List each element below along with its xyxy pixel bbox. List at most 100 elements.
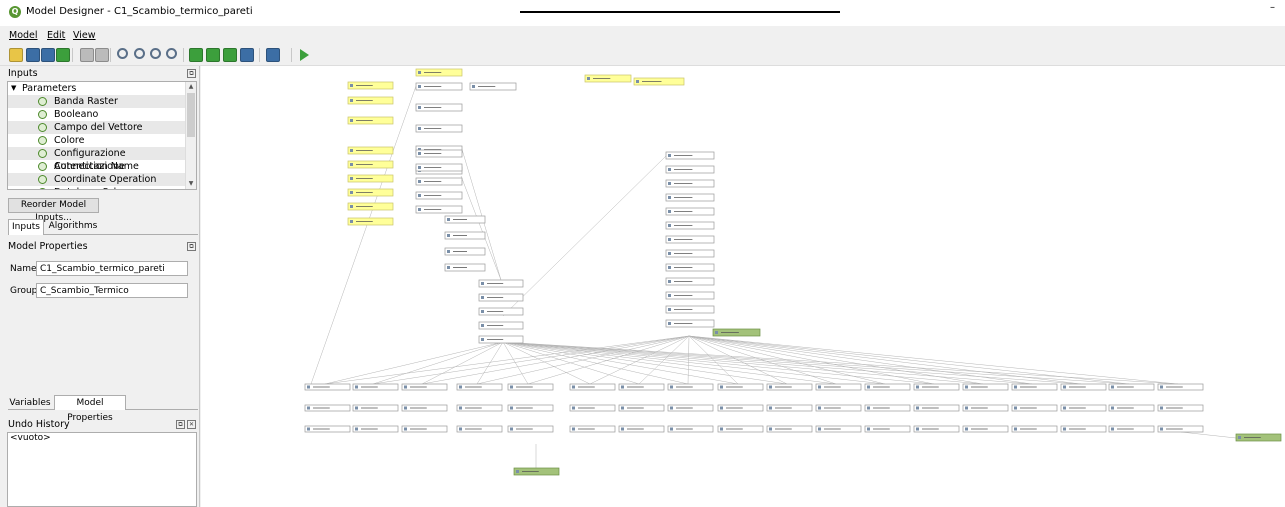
node-icon[interactable] — [418, 127, 421, 130]
node-icon[interactable] — [350, 163, 353, 166]
menu-view[interactable]: View — [73, 30, 96, 41]
tab-algorithms[interactable]: Algorithms — [48, 219, 98, 234]
node-icon[interactable] — [350, 205, 353, 208]
tab-inputs[interactable]: Inputs — [8, 219, 44, 235]
zoom-out-icon[interactable] — [134, 48, 145, 59]
menu-edit[interactable]: Edit — [47, 30, 65, 41]
node-icon[interactable] — [350, 84, 353, 87]
node-icon[interactable] — [1111, 385, 1114, 389]
save-to-project-icon[interactable] — [56, 48, 70, 62]
node-icon[interactable] — [307, 427, 310, 431]
node-icon[interactable] — [459, 427, 462, 431]
node-icon[interactable] — [867, 427, 870, 431]
node-icon[interactable] — [867, 406, 870, 410]
redo-icon[interactable] — [95, 48, 109, 62]
tree-item-connection-name[interactable]: Connection Name — [8, 160, 188, 173]
scroll-down-arrow-icon[interactable]: ▼ — [186, 179, 196, 189]
node-icon[interactable] — [404, 385, 407, 389]
undock-properties-button[interactable]: ⧉ — [187, 242, 196, 251]
node-icon[interactable] — [670, 385, 673, 389]
node-icon[interactable] — [481, 324, 484, 327]
node-icon[interactable] — [1014, 406, 1017, 410]
node-icon[interactable] — [1111, 406, 1114, 410]
node-icon[interactable] — [510, 406, 513, 410]
node-icon[interactable] — [472, 85, 475, 88]
node-icon[interactable] — [355, 385, 358, 389]
tree-item-campo-del-vettore[interactable]: Campo del Vettore — [8, 121, 188, 134]
node-icon[interactable] — [715, 331, 718, 334]
tab-variables[interactable]: Variables — [8, 396, 52, 409]
node-icon[interactable] — [447, 250, 450, 253]
node-icon[interactable] — [350, 119, 353, 122]
node-icon[interactable] — [418, 71, 421, 74]
node-icon[interactable] — [1063, 427, 1066, 431]
tree-item-banda-raster[interactable]: Banda Raster — [8, 95, 188, 108]
tree-root-parameters[interactable]: ▼ Parameters — [8, 82, 188, 95]
node-icon[interactable] — [965, 385, 968, 389]
node-icon[interactable] — [418, 106, 421, 109]
model-group-field[interactable] — [36, 283, 188, 298]
node-icon[interactable] — [1160, 406, 1163, 410]
node-icon[interactable] — [668, 182, 671, 185]
node-icon[interactable] — [459, 406, 462, 410]
node-icon[interactable] — [668, 322, 671, 325]
node-icon[interactable] — [720, 385, 723, 389]
tree-scrollbar[interactable]: ▲ ▼ — [185, 82, 196, 189]
close-undo-button[interactable]: ✕ — [187, 420, 196, 429]
zoom-full-icon[interactable] — [166, 48, 177, 59]
save-as-icon[interactable] — [41, 48, 55, 62]
node-icon[interactable] — [867, 385, 870, 389]
node-icon[interactable] — [355, 406, 358, 410]
undock-inputs-button[interactable]: ⧉ — [187, 69, 196, 78]
node-icon[interactable] — [668, 280, 671, 283]
node-icon[interactable] — [418, 166, 421, 169]
node-icon[interactable] — [307, 385, 310, 389]
node-icon[interactable] — [769, 406, 772, 410]
scroll-thumb[interactable] — [187, 93, 195, 137]
reorder-model-inputs-button[interactable]: Reorder Model Inputs... — [8, 198, 99, 223]
node-icon[interactable] — [1063, 385, 1066, 389]
node-icon[interactable] — [447, 218, 450, 221]
node-icon[interactable] — [668, 196, 671, 199]
node-icon[interactable] — [818, 406, 821, 410]
node-icon[interactable] — [404, 406, 407, 410]
node-icon[interactable] — [636, 80, 639, 83]
node-icon[interactable] — [481, 310, 484, 313]
node-icon[interactable] — [668, 252, 671, 255]
node-icon[interactable] — [510, 427, 513, 431]
undo-empty-item[interactable]: <vuoto> — [10, 433, 196, 443]
node-icon[interactable] — [355, 427, 358, 431]
node-icon[interactable] — [447, 234, 450, 237]
node-icon[interactable] — [668, 266, 671, 269]
node-icon[interactable] — [621, 385, 624, 389]
undo-history-list[interactable]: <vuoto> — [7, 432, 197, 507]
node-icon[interactable] — [447, 266, 450, 269]
node-icon[interactable] — [418, 180, 421, 183]
node-icon[interactable] — [668, 308, 671, 311]
model-graph[interactable] — [201, 66, 1285, 507]
node-icon[interactable] — [350, 99, 353, 102]
node-icon[interactable] — [818, 385, 821, 389]
node-icon[interactable] — [670, 406, 673, 410]
tree-item-database-schema[interactable]: Database Schema — [8, 186, 188, 189]
scroll-up-arrow-icon[interactable]: ▲ — [186, 82, 196, 92]
node-icon[interactable] — [516, 470, 519, 473]
node-icon[interactable] — [1014, 427, 1017, 431]
node-icon[interactable] — [621, 406, 624, 410]
node-icon[interactable] — [668, 238, 671, 241]
node-icon[interactable] — [720, 427, 723, 431]
node-icon[interactable] — [1160, 385, 1163, 389]
node-icon[interactable] — [418, 208, 421, 211]
zoom-in-icon[interactable] — [117, 48, 128, 59]
node-icon[interactable] — [587, 77, 590, 80]
tree-item-configurazione-autenticazione[interactable]: Configurazione Autenticazione — [8, 147, 188, 172]
node-icon[interactable] — [670, 427, 673, 431]
node-icon[interactable] — [350, 191, 353, 194]
node-icon[interactable] — [769, 385, 772, 389]
node-icon[interactable] — [481, 338, 484, 341]
node-icon[interactable] — [916, 406, 919, 410]
node-icon[interactable] — [418, 85, 421, 88]
node-icon[interactable] — [350, 177, 353, 180]
undo-icon[interactable] — [80, 48, 94, 62]
node-icon[interactable] — [572, 427, 575, 431]
